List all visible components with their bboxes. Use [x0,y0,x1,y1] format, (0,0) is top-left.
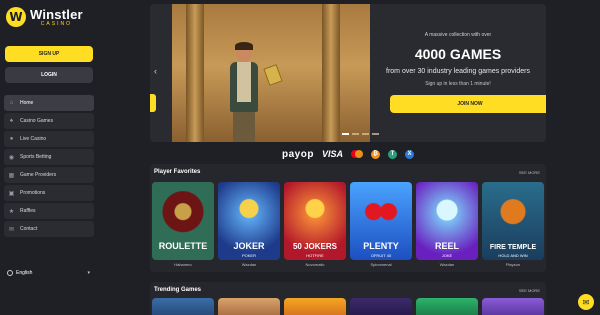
sidebar-item-label: Contact [20,226,38,232]
hero-side-tab[interactable] [150,94,156,112]
hero-kicker: A massive collection with over [424,32,492,38]
live-chat-icon[interactable]: ✉ [578,294,594,310]
visa-logo: VISA [321,149,343,159]
game-title: FIRE TEMPLE [489,244,537,251]
signup-button[interactable]: SIGN UP [5,46,93,62]
explorer-figure [226,42,283,142]
trending-games-section: Trending Games SEE MORE [150,282,546,315]
sidebar-item-label: Raffles [20,208,36,214]
bitcoin-icon: ₿ [370,149,380,159]
game-title: JOKER [233,241,265,251]
game-subtitle: HOLD AND WIN [498,253,528,258]
game-subtitle: HOTFIRE [306,253,324,258]
game-tile[interactable] [152,298,214,315]
main-content: ‹ › A massive collection with over 4000 … [98,0,600,315]
hero-subheadline: from over 30 industry leading games prov… [386,68,530,75]
logo-text: Winstler CASINO [30,8,83,27]
payment-methods: payop VISA ₿ T X [282,147,414,161]
sidebar-item-contact[interactable]: ✉ Contact [4,221,94,237]
game-tile[interactable]: ROULETTE [152,182,214,260]
game-provider: Wazdan [439,262,455,267]
game-provider: Spinomenal [370,262,392,267]
game-tile[interactable]: FIRE TEMPLE HOLD AND WIN [482,182,544,260]
hero-image [172,4,379,142]
join-now-button[interactable]: JOIN NOW [390,95,546,113]
sidebar-item-home[interactable]: ⌂ Home [4,95,94,111]
sidebar-item-label: Casino Games [20,118,54,124]
sidebar-item-promotions[interactable]: ▣ Promotions [4,185,94,201]
brand-name: Winstler [30,6,83,22]
sidebar-item-label: Promotions [20,190,46,196]
chat-icon: ✉ [8,226,15,233]
hero-text: A massive collection with over 4000 GAME… [370,4,546,142]
brand-subtitle: CASINO [40,20,72,27]
game-title: REEL [434,241,459,251]
globe-icon [7,270,13,276]
game-title: PLENTY [363,241,399,251]
game-tile[interactable]: PLENTY OFRUIT 40 [350,182,412,260]
hero-headline: 4000 GAMES [414,46,502,62]
game-subtitle: POKER [241,253,256,258]
see-more-link[interactable]: SEE MORE [519,170,540,175]
chevron-down-icon: ▾ [87,270,90,276]
game-tile[interactable] [350,298,412,315]
game-tiles: ROULETTE Habanero JOKER POKER Wazdan 50 … [152,182,544,267]
sidebar-item-label: Home [20,100,34,106]
login-button[interactable]: LOGIN [5,67,93,83]
game-tile[interactable] [416,298,478,315]
xrp-icon: X [404,149,414,159]
game-tiles [152,298,544,315]
game-tile[interactable]: 50 JOKERS HOTFIRE [284,182,346,260]
language-label: English [16,270,33,276]
game-subtitle: OFRUIT 40 [370,253,392,258]
sidebar-item-label: Sports Betting [20,154,52,160]
game-provider: Wazdan [241,262,257,267]
sidebar-item-game-providers[interactable]: ▦ Game Providers [4,167,94,183]
game-provider: Playson [505,262,521,267]
sidebar-nav: ⌂ Home ♠ Casino Games ● Live Casino ◉ Sp… [4,95,94,237]
game-title: 50 JOKERS [292,242,338,251]
gift-icon: ▣ [8,190,15,197]
hero-note: Sign up in less than 1 minute! [425,81,491,87]
hero-banner[interactable]: ‹ › A massive collection with over 4000 … [150,4,546,142]
section-title: Player Favorites [154,169,201,175]
cards-icon: ♠ [9,118,14,124]
payop-logo: payop [282,148,314,160]
game-title: ROULETTE [158,241,208,251]
book-icon [263,64,283,86]
game-provider: Novomatic [305,262,325,267]
star-icon: ★ [8,208,15,215]
language-selector[interactable]: English ▾ [4,266,94,280]
player-favorites-section: Player Favorites SEE MORE ROULETTE Haban… [150,164,546,272]
home-icon: ⌂ [9,100,14,106]
logo-icon: W [6,7,26,27]
game-tile[interactable]: JOKER POKER [218,182,280,260]
carousel-prev-icon[interactable]: ‹ [154,66,157,76]
game-tile[interactable] [284,298,346,315]
live-icon: ● [9,136,14,142]
game-tile[interactable]: REEL JOKE [416,182,478,260]
providers-icon: ▦ [8,172,15,179]
sidebar-item-casino-games[interactable]: ♠ Casino Games [4,113,94,129]
game-tile[interactable] [218,298,280,315]
sidebar-item-label: Live Casino [20,136,47,142]
mastercard-icon [350,150,363,158]
sidebar-item-raffles[interactable]: ★ Raffles [4,203,94,219]
sidebar-item-sports-betting[interactable]: ◉ Sports Betting [4,149,94,165]
tether-icon: T [387,149,397,159]
game-tile[interactable] [482,298,544,315]
sidebar-item-live-casino[interactable]: ● Live Casino [4,131,94,147]
section-title: Trending Games [154,287,202,293]
sidebar: W Winstler CASINO SIGN UP LOGIN ⌂ Home ♠… [0,0,98,315]
see-more-link[interactable]: SEE MORE [519,288,540,293]
game-subtitle: JOKE [441,253,453,258]
brand-logo[interactable]: W Winstler CASINO [4,0,94,34]
sidebar-item-label: Game Providers [20,172,57,178]
ball-icon: ◉ [8,154,15,161]
game-provider: Habanero [174,262,192,267]
